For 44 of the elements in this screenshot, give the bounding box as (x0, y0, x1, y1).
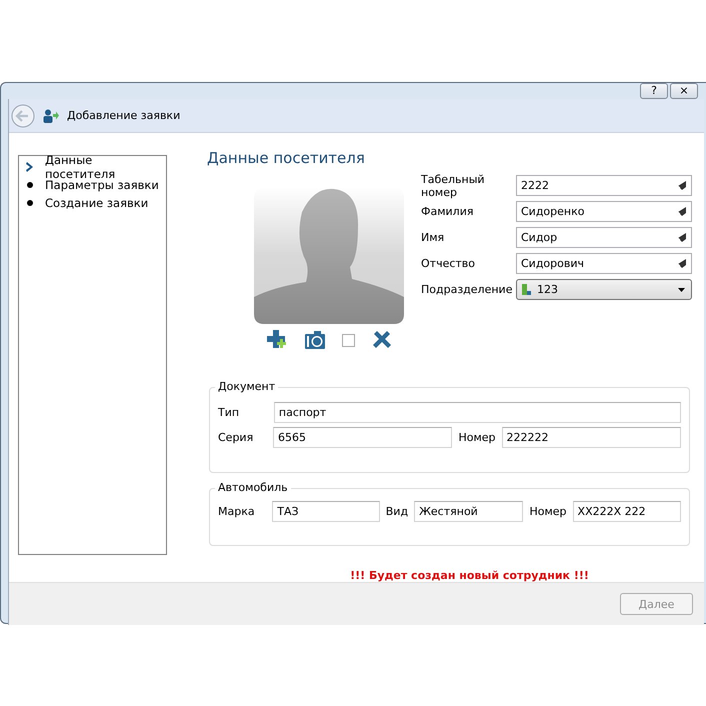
input-field[interactable]: Жестяной (414, 501, 524, 522)
field-label: Марка (218, 505, 256, 518)
remove-photo-icon[interactable] (370, 329, 392, 351)
help-button[interactable]: ? (640, 83, 668, 99)
field-label: Имя (421, 231, 446, 244)
group-title: Документ (215, 380, 278, 393)
field-label: Серия (218, 431, 254, 444)
input-field[interactable]: 222222 (502, 427, 682, 448)
field-label: Номер (458, 431, 496, 444)
field-label: Тип (218, 406, 240, 419)
checkbox[interactable] (342, 334, 354, 346)
building-icon (521, 284, 532, 295)
input-field[interactable]: Сидоренко (516, 201, 692, 222)
step-item[interactable]: Создание заявки (19, 194, 166, 212)
chevron-icon (25, 161, 35, 173)
input-field[interactable]: Сидорович (516, 253, 692, 274)
warning-text: !!! Будет создан новый сотрудник !!! (349, 569, 590, 582)
field-label: Вид (386, 505, 408, 518)
eraser-icon (676, 232, 687, 243)
input-field[interactable]: ТАЗ (272, 501, 380, 522)
field-label: Подразделение (421, 283, 514, 296)
eraser-icon (676, 206, 687, 217)
field-label: Отчество (421, 257, 476, 270)
input-field[interactable]: Сидор (516, 227, 692, 248)
close-button[interactable]: × (670, 83, 698, 99)
bullet-icon (25, 197, 35, 209)
field-label: Табельный номер (421, 172, 486, 198)
input-field[interactable]: 2222 (516, 175, 692, 196)
add-photo-icon[interactable] (266, 329, 288, 351)
eraser-icon (676, 258, 687, 269)
group-title: Автомобиль (215, 481, 291, 494)
input-field[interactable]: 6565 (272, 427, 452, 448)
dropdown[interactable]: 123 (516, 279, 692, 300)
field-label: Номер (529, 505, 567, 518)
user-arrow-icon (43, 108, 59, 122)
input-field[interactable]: XX222X 222 (572, 501, 681, 522)
camera-icon[interactable] (304, 329, 326, 351)
bullet-icon (25, 179, 35, 191)
step-item[interactable]: Данные посетителя (19, 158, 166, 176)
window-title: Добавление заявки (67, 109, 180, 122)
input-field[interactable]: паспорт (274, 402, 681, 423)
section-title: Данные посетителя (207, 149, 366, 169)
eraser-icon (676, 180, 687, 191)
field-label: Фамилия (421, 205, 474, 218)
